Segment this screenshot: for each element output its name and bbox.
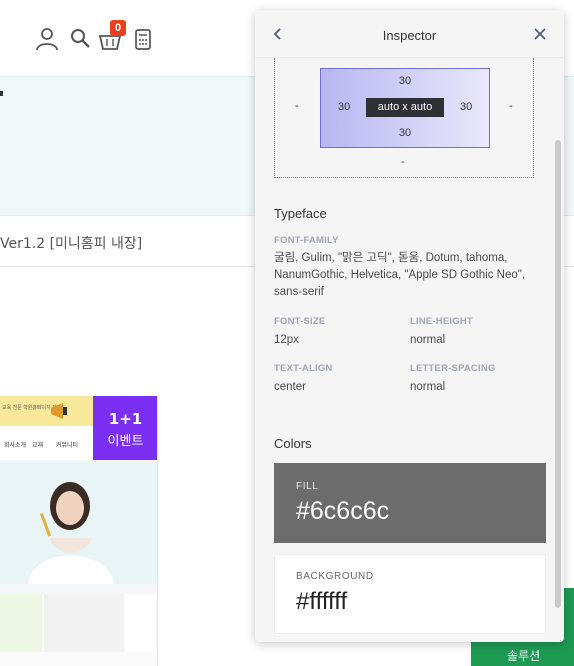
typeface-heading: Typeface <box>274 206 327 221</box>
user-icon[interactable] <box>35 26 59 52</box>
font-size-label: FONT-SIZE <box>274 316 326 327</box>
margin-right-value: - <box>509 100 513 112</box>
padding-top-value: 30 <box>398 75 412 87</box>
thumbnail-card <box>0 594 42 652</box>
fill-value: #6c6c6c <box>296 497 390 525</box>
inspector-scrollbar[interactable] <box>555 140 561 608</box>
cart-count-badge: 0 <box>110 20 126 36</box>
megaphone-icon <box>51 403 67 419</box>
fill-label: FILL <box>296 481 319 492</box>
thumbnail-nav-item: 커뮤니티 <box>56 443 79 449</box>
thumbnail-hero <box>0 462 157 584</box>
event-badge-line2: 이벤트 <box>107 434 144 449</box>
thumbnail-nav-item: 회사소개 <box>4 443 27 449</box>
calculator-icon[interactable] <box>131 26 155 52</box>
banner-marker <box>0 91 3 96</box>
font-family-label: FONT-FAMILY <box>274 235 339 246</box>
margin-bottom-value: - <box>401 156 405 168</box>
line-height-value: normal <box>410 334 446 346</box>
text-align-value: center <box>274 381 306 393</box>
margin-left-value: - <box>295 100 299 112</box>
padding-right-value: 30 <box>460 101 473 113</box>
event-badge-line1: 1+1 <box>108 410 143 428</box>
thumbnail-bottom-row <box>0 594 157 666</box>
search-icon[interactable] <box>68 26 92 52</box>
inspector-title: Inspector <box>382 28 437 43</box>
content-size: auto x auto <box>366 98 444 117</box>
line-height-label: LINE-HEIGHT <box>410 316 473 327</box>
font-family-value-line2: NanumGothic, Helvetica, "Apple SD Gothic… <box>274 269 526 281</box>
event-badge: 1+1 이벤트 <box>93 396 157 460</box>
page: 0 Ver1.2 [미니홈피 내장] 교육 전문 학원홈페이지 제작 회사소개 … <box>0 0 574 666</box>
colors-heading: Colors <box>274 436 312 451</box>
fill-color-swatch[interactable]: FILL #6c6c6c <box>274 463 546 543</box>
inspector-header: Inspector <box>255 10 564 58</box>
close-icon[interactable] <box>531 24 549 44</box>
background-value: #ffffff <box>296 588 348 615</box>
thumbnail-top-bar: 교육 전문 학원홈페이지 제작 <box>0 396 93 426</box>
font-family-value-line1: 굴림, Gulim, "맑은 고딕", 돋움, Dotum, tahoma, <box>274 252 508 264</box>
thumbnail-nav-item: 교재 <box>32 443 44 449</box>
text-align-label: TEXT-ALIGN <box>274 363 333 374</box>
thumbnail-card <box>126 594 156 652</box>
inspector-panel: Inspector - - - 30 30 30 30 auto x auto … <box>255 10 564 642</box>
model-photo-image <box>28 482 114 584</box>
font-size-value: 12px <box>274 334 299 346</box>
product-thumbnail[interactable]: 교육 전문 학원홈페이지 제작 회사소개 교재 커뮤니티 1+1 이벤트 <box>0 396 158 666</box>
solution-button-label: 솔루션 <box>507 649 541 663</box>
letter-spacing-label: LETTER-SPACING <box>410 363 496 374</box>
padding-bottom-value: 30 <box>398 127 412 139</box>
background-color-swatch[interactable]: BACKGROUND #ffffff <box>274 554 546 634</box>
padding-left-value: 30 <box>338 101 351 113</box>
product-title: Ver1.2 [미니홈피 내장] <box>0 236 143 252</box>
letter-spacing-value: normal <box>410 381 446 393</box>
font-family-value-line3: sans-serif <box>274 286 324 298</box>
thumbnail-nav: 회사소개 교재 커뮤니티 <box>0 426 93 460</box>
padding-box: 30 30 30 30 auto x auto <box>320 68 490 148</box>
thumbnail-card <box>44 594 124 652</box>
box-model-diagram: - - - 30 30 30 30 auto x auto <box>274 58 534 178</box>
background-label: BACKGROUND <box>296 571 374 582</box>
